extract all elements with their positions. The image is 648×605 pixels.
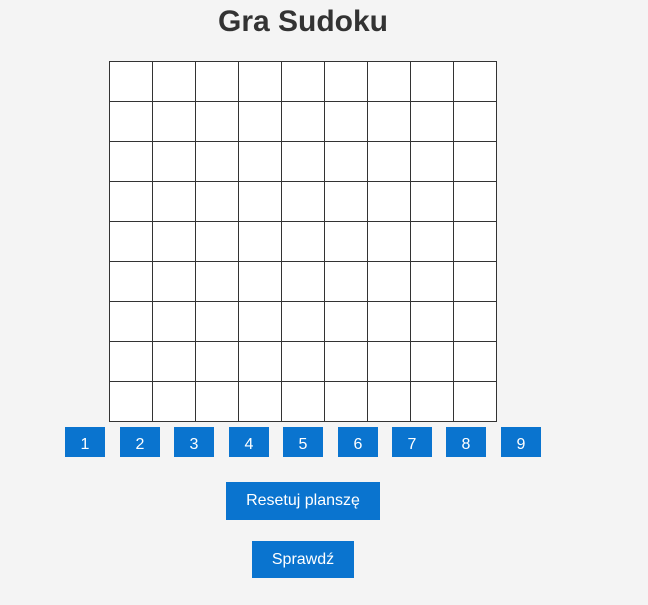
sudoku-cell[interactable] xyxy=(196,302,239,342)
sudoku-cell[interactable] xyxy=(239,222,282,262)
sudoku-cell[interactable] xyxy=(368,302,411,342)
sudoku-cell[interactable] xyxy=(196,262,239,302)
sudoku-cell[interactable] xyxy=(239,342,282,382)
sudoku-cell[interactable] xyxy=(325,302,368,342)
sudoku-cell[interactable] xyxy=(325,262,368,302)
sudoku-cell[interactable] xyxy=(196,62,239,102)
number-button-2[interactable]: 2 xyxy=(120,427,160,457)
sudoku-cell[interactable] xyxy=(110,102,153,142)
sudoku-cell[interactable] xyxy=(282,342,325,382)
sudoku-cell[interactable] xyxy=(153,262,196,302)
sudoku-cell[interactable] xyxy=(153,182,196,222)
sudoku-cell[interactable] xyxy=(325,342,368,382)
sudoku-page: Gra Sudoku 123456789 Resetuj planszę Spr… xyxy=(0,0,648,605)
sudoku-cell[interactable] xyxy=(282,182,325,222)
sudoku-cell[interactable] xyxy=(411,182,454,222)
number-button-5[interactable]: 5 xyxy=(283,427,323,457)
sudoku-cell[interactable] xyxy=(110,382,153,422)
sudoku-cell[interactable] xyxy=(325,382,368,422)
sudoku-cell[interactable] xyxy=(153,222,196,262)
sudoku-cell[interactable] xyxy=(110,262,153,302)
sudoku-cell[interactable] xyxy=(239,62,282,102)
sudoku-cell[interactable] xyxy=(110,342,153,382)
sudoku-cell[interactable] xyxy=(282,222,325,262)
sudoku-cell[interactable] xyxy=(239,182,282,222)
sudoku-cell[interactable] xyxy=(368,142,411,182)
sudoku-cell[interactable] xyxy=(153,62,196,102)
sudoku-cell[interactable] xyxy=(196,102,239,142)
sudoku-cell[interactable] xyxy=(110,142,153,182)
sudoku-cell[interactable] xyxy=(282,262,325,302)
sudoku-cell[interactable] xyxy=(325,182,368,222)
number-button-9[interactable]: 9 xyxy=(501,427,541,457)
sudoku-cell[interactable] xyxy=(368,182,411,222)
sudoku-cell[interactable] xyxy=(153,102,196,142)
sudoku-cell[interactable] xyxy=(282,102,325,142)
sudoku-cell[interactable] xyxy=(110,302,153,342)
sudoku-cell[interactable] xyxy=(282,62,325,102)
sudoku-cell[interactable] xyxy=(325,102,368,142)
sudoku-cell[interactable] xyxy=(196,142,239,182)
sudoku-cell[interactable] xyxy=(368,382,411,422)
sudoku-cell[interactable] xyxy=(454,302,497,342)
sudoku-cell[interactable] xyxy=(411,62,454,102)
sudoku-cell[interactable] xyxy=(454,262,497,302)
sudoku-cell[interactable] xyxy=(153,382,196,422)
sudoku-cell[interactable] xyxy=(411,102,454,142)
sudoku-cell[interactable] xyxy=(411,222,454,262)
sudoku-cell[interactable] xyxy=(110,182,153,222)
sudoku-cell[interactable] xyxy=(196,182,239,222)
page-title: Gra Sudoku xyxy=(217,5,389,38)
number-button-8[interactable]: 8 xyxy=(446,427,486,457)
number-button-7[interactable]: 7 xyxy=(392,427,432,457)
sudoku-cell[interactable] xyxy=(282,382,325,422)
number-picker: 123456789 xyxy=(65,427,545,457)
sudoku-cell[interactable] xyxy=(110,62,153,102)
sudoku-cell[interactable] xyxy=(454,182,497,222)
sudoku-cell[interactable] xyxy=(411,302,454,342)
sudoku-cell[interactable] xyxy=(454,142,497,182)
reset-board-button[interactable]: Resetuj planszę xyxy=(226,482,380,520)
check-button[interactable]: Sprawdź xyxy=(252,541,354,578)
sudoku-cell[interactable] xyxy=(239,262,282,302)
sudoku-cell[interactable] xyxy=(239,142,282,182)
sudoku-cell[interactable] xyxy=(454,62,497,102)
sudoku-cell[interactable] xyxy=(110,222,153,262)
sudoku-cell[interactable] xyxy=(368,262,411,302)
sudoku-cell[interactable] xyxy=(196,382,239,422)
number-button-4[interactable]: 4 xyxy=(229,427,269,457)
sudoku-cell[interactable] xyxy=(153,302,196,342)
sudoku-cell[interactable] xyxy=(239,302,282,342)
sudoku-cell[interactable] xyxy=(239,382,282,422)
sudoku-cell[interactable] xyxy=(411,342,454,382)
sudoku-cell[interactable] xyxy=(325,222,368,262)
sudoku-board xyxy=(109,61,497,422)
sudoku-cell[interactable] xyxy=(454,102,497,142)
sudoku-cell[interactable] xyxy=(454,342,497,382)
sudoku-cell[interactable] xyxy=(368,342,411,382)
sudoku-cell[interactable] xyxy=(196,342,239,382)
sudoku-cell[interactable] xyxy=(153,342,196,382)
sudoku-cell[interactable] xyxy=(454,222,497,262)
sudoku-cell[interactable] xyxy=(325,142,368,182)
sudoku-cell[interactable] xyxy=(411,142,454,182)
sudoku-cell[interactable] xyxy=(325,62,368,102)
sudoku-cell[interactable] xyxy=(368,222,411,262)
number-button-3[interactable]: 3 xyxy=(174,427,214,457)
number-button-6[interactable]: 6 xyxy=(338,427,378,457)
sudoku-cell[interactable] xyxy=(411,262,454,302)
sudoku-cell[interactable] xyxy=(454,382,497,422)
number-button-1[interactable]: 1 xyxy=(65,427,105,457)
sudoku-cell[interactable] xyxy=(411,382,454,422)
sudoku-cell[interactable] xyxy=(196,222,239,262)
sudoku-cell[interactable] xyxy=(239,102,282,142)
sudoku-cell[interactable] xyxy=(282,142,325,182)
sudoku-cell[interactable] xyxy=(282,302,325,342)
sudoku-cell[interactable] xyxy=(368,102,411,142)
sudoku-cell[interactable] xyxy=(153,142,196,182)
sudoku-cell[interactable] xyxy=(368,62,411,102)
